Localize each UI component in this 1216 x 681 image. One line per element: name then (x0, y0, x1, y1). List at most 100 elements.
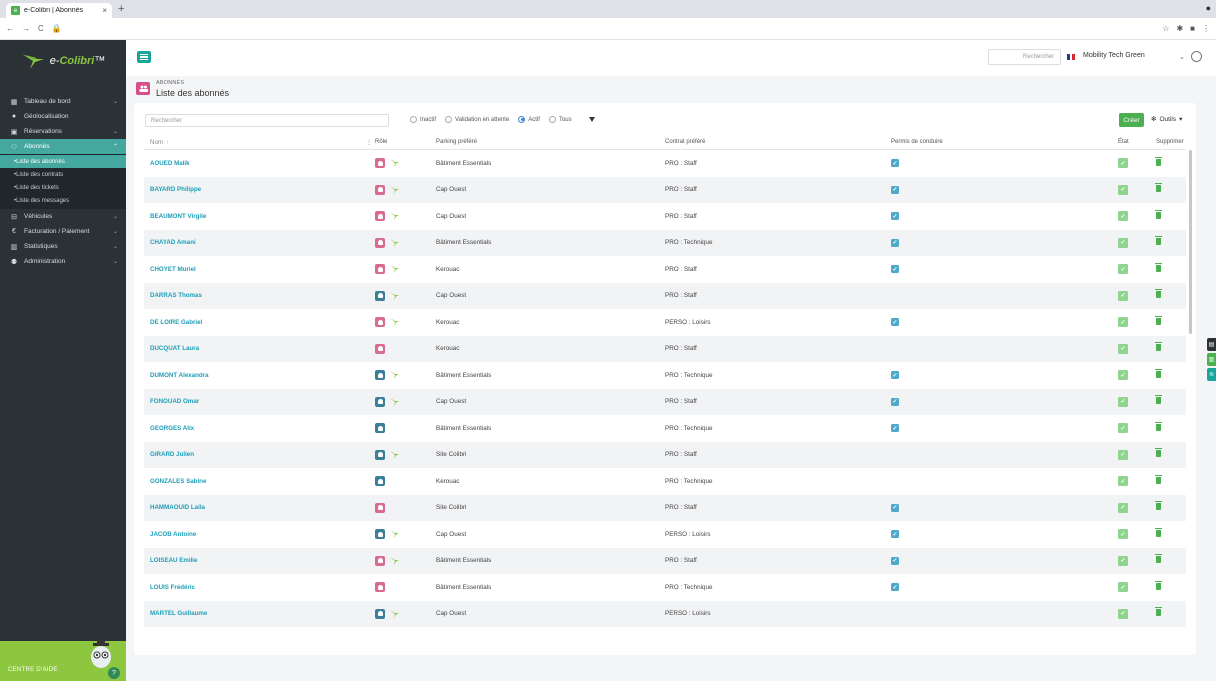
subscriber-name-link[interactable]: GONZALES Sabine (150, 478, 206, 485)
column-menu-icon[interactable]: ⋮ (366, 139, 372, 146)
subscriber-name-link[interactable]: DE LOIRE Gabriel (150, 319, 202, 326)
sidebar-subitem-contracts-list[interactable]: • Liste des contrats (0, 168, 126, 181)
delete-button[interactable] (1155, 421, 1162, 433)
sidebar-item-subscribers[interactable]: ⚇ Abonnés ⌃ (0, 139, 126, 154)
status-checkbox[interactable]: ✓ (1118, 184, 1128, 195)
delete-button[interactable] (1155, 315, 1162, 327)
subscriber-name-link[interactable]: AOUED Malik (150, 160, 190, 167)
filter-funnel-icon[interactable] (588, 117, 595, 122)
help-center-button[interactable]: CENTRE D'AIDE ? (0, 640, 126, 681)
star-icon[interactable]: ☆ (1162, 24, 1169, 33)
filter-all-radio[interactable]: Tous (548, 116, 572, 123)
status-checkbox[interactable]: ✓ (1118, 608, 1128, 619)
delete-button[interactable] (1155, 209, 1162, 221)
filter-active-radio[interactable]: Actif (518, 116, 540, 123)
doc-side-tab-icon[interactable]: ▤ (1207, 338, 1216, 351)
status-checkbox[interactable]: ✓ (1118, 290, 1128, 301)
extension-flag-icon[interactable]: ■ (1190, 24, 1195, 33)
subscriber-name-link[interactable]: FONOUAD Omar (150, 398, 199, 405)
global-search-input[interactable]: Rechercher (988, 49, 1061, 65)
status-checkbox[interactable]: ✓ (1118, 396, 1128, 407)
table-row[interactable]: AOUED Malik Bâtiment Essentials PRO : Staf… (144, 150, 1186, 177)
sidebar-subitem-subscribers-list[interactable]: • Liste des abonnés (0, 155, 126, 168)
table-row[interactable]: JACOB Antoine Cap Ouest PERSO : Loisirs ✓ ✓ (144, 521, 1186, 548)
subscriber-name-link[interactable]: DUMONT Alexandra (150, 372, 209, 379)
table-row[interactable]: DUCQUAT Laura Kerouac PRO : Staff ✓ (144, 335, 1186, 362)
more-icon[interactable]: ⋮ (1202, 24, 1210, 33)
user-account-icon[interactable] (1191, 51, 1202, 62)
chart-side-tab-icon[interactable]: ▥ (1207, 353, 1216, 366)
french-flag-icon[interactable] (1067, 54, 1076, 60)
subscriber-name-link[interactable]: LOUIS Frédéric (150, 584, 195, 591)
delete-button[interactable] (1155, 580, 1162, 592)
subscriber-name-link[interactable]: DARRAS Thomas (150, 292, 202, 299)
sidebar-item-reservations[interactable]: ▣ Réservations ⌄ (0, 124, 126, 139)
status-checkbox[interactable]: ✓ (1118, 449, 1128, 460)
delete-button[interactable] (1155, 607, 1162, 618)
forward-icon[interactable]: → (22, 24, 30, 33)
table-row[interactable]: GEORGES Alix Bâtiment Essentials PRO : Tec… (144, 415, 1186, 442)
table-row[interactable]: MARTEL Guillaume Cap Ouest PERSO : Loisirs… (144, 600, 1186, 627)
delete-button[interactable] (1155, 527, 1162, 539)
status-checkbox[interactable]: ✓ (1118, 317, 1128, 328)
close-tab-icon[interactable]: × (102, 6, 107, 15)
delete-button[interactable] (1155, 448, 1162, 459)
status-checkbox[interactable]: ✓ (1118, 582, 1128, 593)
column-header-name[interactable]: Nom ↑ (150, 139, 169, 146)
subscriber-name-link[interactable]: GIRARD Julien (150, 451, 194, 458)
table-row[interactable]: FONOUAD Omar Cap Ouest PRO : Staff ✓ ✓ (144, 388, 1186, 415)
table-row[interactable]: GIRARD Julien Site Colibri PRO : Staff ✓ (144, 441, 1186, 468)
table-row[interactable]: DARRAS Thomas Cap Ouest PRO : Staff ✓ (144, 282, 1186, 309)
subscriber-name-link[interactable]: DUCQUAT Laura (150, 345, 199, 352)
status-checkbox[interactable]: ✓ (1118, 529, 1128, 540)
organization-select[interactable]: Mobility Tech Green (1083, 52, 1145, 59)
sidebar-item-geolocation[interactable]: ● Géolocalisation (0, 109, 126, 124)
subscriber-name-link[interactable]: CHAYAD Amani (150, 239, 196, 246)
table-row[interactable]: CHOYET Muriel Kerouac PRO : Staff ✓ ✓ (144, 256, 1186, 283)
scrollbar-thumb[interactable] (1189, 150, 1192, 334)
status-checkbox[interactable]: ✓ (1118, 264, 1128, 275)
table-row[interactable]: DE LOIRE Gabriel Kerouac PERSO : Loisirs ✓ ✓ (144, 309, 1186, 336)
create-button[interactable]: Créer (1119, 113, 1144, 127)
filter-inactive-radio[interactable]: Inactif (410, 116, 436, 123)
menu-toggle-button[interactable] (137, 51, 151, 63)
delete-button[interactable] (1155, 554, 1162, 565)
table-row[interactable]: CHAYAD Amani Bâtiment Essentials PRO : Tec… (144, 229, 1186, 256)
scrollbar[interactable] (1189, 150, 1193, 640)
browser-tab[interactable]: e e-Colibri | Abonnés × (6, 3, 112, 18)
reload-icon[interactable]: C (38, 24, 44, 33)
search-input[interactable]: Rechercher (145, 114, 389, 127)
table-row[interactable]: BEAUMONT Virgile Cap Ouest PRO : Staff ✓ ✓ (144, 203, 1186, 230)
status-checkbox[interactable]: ✓ (1118, 423, 1128, 434)
subscriber-name-link[interactable]: HAMMAOUID Laila (150, 504, 205, 511)
back-icon[interactable]: ← (6, 24, 14, 33)
status-checkbox[interactable]: ✓ (1118, 370, 1128, 381)
status-checkbox[interactable]: ✓ (1118, 158, 1128, 169)
browser-menu-icon[interactable]: ● (1206, 3, 1211, 13)
delete-button[interactable] (1155, 342, 1162, 353)
status-checkbox[interactable]: ✓ (1118, 502, 1128, 513)
subscriber-name-link[interactable]: LOISEAU Emilie (150, 557, 197, 564)
subscriber-name-link[interactable]: BEAUMONT Virgile (150, 213, 206, 220)
table-row[interactable]: LOUIS Frédéric Bâtiment Essentials PRO : T… (144, 574, 1186, 601)
table-row[interactable]: DUMONT Alexandra Bâtiment Essentials PRO :… (144, 362, 1186, 389)
layers-side-tab-icon[interactable]: ≋ (1207, 368, 1216, 381)
sidebar-item-dashboard[interactable]: ▦ Tableau de bord ⌄ (0, 94, 126, 109)
filter-pending-radio[interactable]: Validation en attente (445, 116, 509, 123)
new-tab-button[interactable]: + (118, 3, 124, 15)
sidebar-item-billing[interactable]: € Facturation / Paiement ⌄ (0, 224, 126, 239)
status-checkbox[interactable]: ✓ (1118, 237, 1128, 248)
subscriber-name-link[interactable]: GEORGES Alix (150, 425, 194, 432)
sidebar-item-statistics[interactable]: ▥ Statistiques ⌄ (0, 239, 126, 254)
status-checkbox[interactable]: ✓ (1118, 343, 1128, 354)
delete-button[interactable] (1155, 262, 1162, 274)
table-row[interactable]: BAYARD Philippe Cap Ouest PRO : Staff ✓ ✓ (144, 176, 1186, 203)
chevron-down-icon[interactable]: ⌄ (1179, 53, 1185, 61)
table-row[interactable]: GONZALES Sabine Kerouac PRO : Technique ✓ (144, 468, 1186, 495)
subscriber-name-link[interactable]: MARTEL Guillaume (150, 610, 207, 617)
delete-button[interactable] (1155, 395, 1162, 406)
delete-button[interactable] (1155, 289, 1162, 300)
logo[interactable]: e-Colibri™ (0, 40, 126, 82)
status-checkbox[interactable]: ✓ (1118, 211, 1128, 222)
status-checkbox[interactable]: ✓ (1118, 476, 1128, 487)
